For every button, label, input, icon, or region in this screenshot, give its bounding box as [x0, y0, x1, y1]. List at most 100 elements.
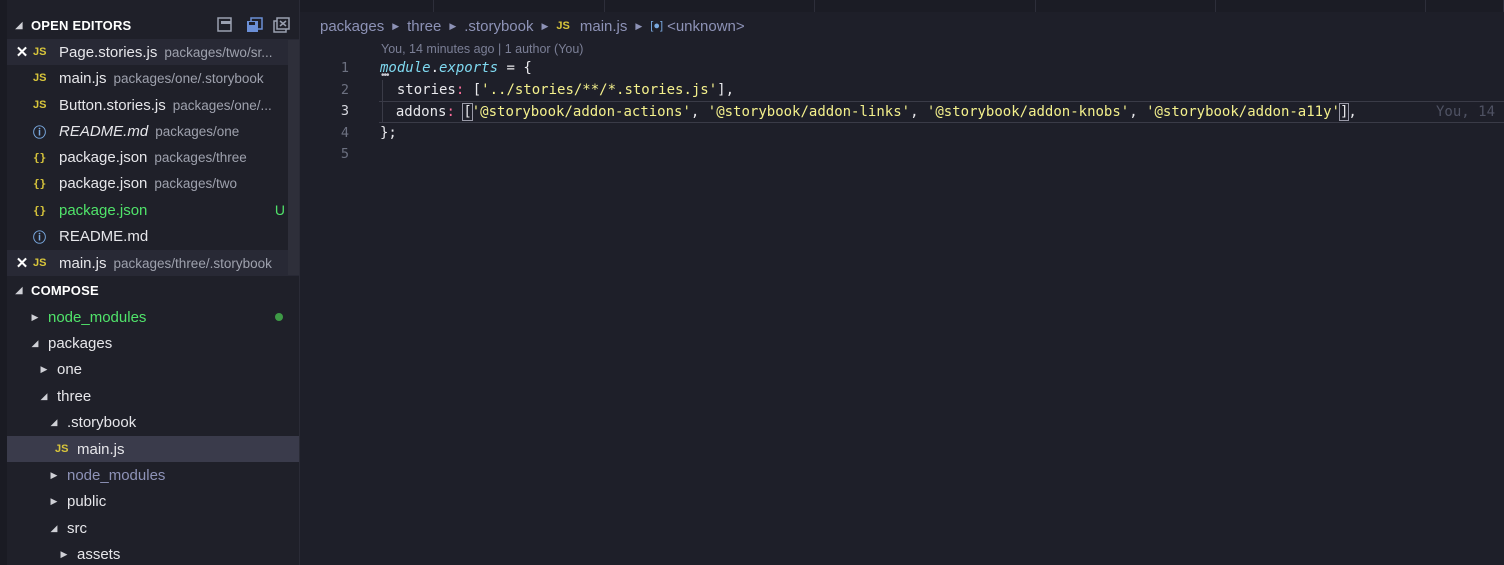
file-name: Page.stories.js — [59, 43, 158, 61]
symbol-icon: [●] — [650, 20, 664, 32]
untracked-badge: U — [274, 202, 285, 218]
tab[interactable] — [815, 0, 1036, 12]
open-editor-item[interactable]: {} package.json U — [7, 197, 287, 223]
tree-folder[interactable]: ▶ assets — [7, 541, 299, 565]
inline-blame: You, 14 — [1436, 104, 1496, 120]
file-path: packages/one/.storybook — [113, 70, 264, 86]
json-icon: {} — [33, 176, 47, 190]
tree-label: one — [57, 360, 83, 378]
chevron-right-icon: ▶ — [50, 469, 58, 480]
line-number: 2 — [340, 81, 349, 98]
file-name: package.json — [59, 174, 148, 192]
chevron-down-icon: ◢ — [31, 337, 39, 348]
info-icon: ⓘ — [33, 229, 47, 245]
js-icon: JS — [556, 20, 570, 32]
line-number: 4 — [340, 124, 349, 141]
open-editors-title: OPEN EDITORS — [31, 17, 132, 33]
file-path: packages/two — [154, 175, 237, 191]
tree-folder[interactable]: ▶ node_modules — [7, 462, 299, 488]
bracket-match: [ — [462, 103, 473, 121]
js-icon: JS — [33, 72, 47, 84]
tab[interactable] — [1426, 0, 1504, 12]
file-name: package.json — [59, 201, 148, 219]
breadcrumb-item[interactable]: .storybook — [464, 18, 533, 35]
file-path: packages/one — [155, 123, 240, 139]
breadcrumb: packages ▶ three ▶ .storybook ▶ JS main.… — [320, 16, 745, 36]
file-path: packages/three — [154, 149, 247, 165]
chevron-right-icon: ▶ — [392, 20, 400, 31]
new-untitled-file-icon[interactable] — [217, 17, 235, 33]
tab[interactable] — [605, 0, 815, 12]
tab[interactable] — [434, 0, 605, 12]
info-icon: ⓘ — [33, 124, 47, 140]
line-number: 1 — [340, 60, 349, 76]
open-editor-item[interactable]: {} package.json packages/three — [7, 144, 287, 170]
tree-label: three — [57, 387, 92, 405]
codelens-blame[interactable]: You, 14 minutes ago | 1 author (You) — [381, 42, 583, 56]
close-icon[interactable]: ✕ — [7, 43, 33, 61]
close-icon[interactable]: ✕ — [7, 254, 33, 272]
open-editors-scrollbar[interactable] — [288, 40, 299, 275]
tab-strip — [300, 0, 1504, 12]
open-editor-item[interactable]: ⓘ README.md — [7, 223, 287, 249]
file-name: README.md — [59, 227, 149, 245]
open-editor-item-active[interactable]: ✕ JS main.js packages/three/.storybook — [7, 250, 299, 276]
breadcrumb-item[interactable]: main.js — [580, 18, 628, 35]
file-name: README.md — [59, 122, 149, 140]
close-all-icon[interactable] — [273, 17, 291, 33]
chevron-right-icon: ▶ — [635, 20, 643, 31]
chevron-right-icon: ▶ — [40, 363, 48, 374]
open-editors-header[interactable]: ◢ OPEN EDITORS — [7, 12, 299, 38]
tree-folder[interactable]: ▶ public — [7, 488, 299, 514]
json-icon: {} — [33, 203, 47, 217]
file-name: package.json — [59, 148, 148, 166]
open-editor-item[interactable]: JS Button.stories.js packages/one/... — [7, 92, 287, 118]
chevron-right-icon: ▶ — [449, 20, 457, 31]
breadcrumb-item[interactable]: <unknown> — [667, 18, 745, 35]
tab[interactable] — [300, 0, 434, 12]
tree-label: node_modules — [48, 308, 147, 326]
tree-folder[interactable]: ◢ three — [7, 383, 299, 409]
tree-label: packages — [48, 334, 113, 352]
tree-folder[interactable]: ▶ node_modules — [7, 304, 299, 330]
breadcrumb-item[interactable]: three — [407, 18, 441, 35]
chevron-down-icon: ◢ — [50, 522, 58, 533]
js-icon: JS — [33, 46, 47, 58]
tree-folder[interactable]: ◢ .storybook — [7, 409, 299, 435]
js-icon: JS — [33, 99, 47, 111]
line-number: 5 — [340, 146, 349, 162]
chevron-down-icon: ◢ — [15, 19, 23, 30]
breadcrumb-item[interactable]: packages — [320, 18, 384, 35]
tree-label: node_modules — [67, 466, 166, 484]
file-path: packages/two/sr... — [164, 44, 273, 60]
open-editor-item[interactable]: ⓘ README.md packages/one — [7, 118, 287, 144]
tab[interactable] — [1216, 0, 1426, 12]
tree-folder[interactable]: ◢ src — [7, 515, 299, 541]
chevron-right-icon: ▶ — [31, 311, 39, 322]
compose-header[interactable]: ◢ COMPOSE — [7, 277, 299, 303]
open-editor-item[interactable]: JS main.js packages/one/.storybook — [7, 65, 287, 91]
save-all-icon[interactable] — [245, 17, 263, 33]
chevron-right-icon: ▶ — [60, 548, 68, 559]
code-line: stories: ['../stories/**/*.stories.js'], — [380, 81, 735, 98]
open-editor-item[interactable]: ✕ JS Page.stories.js packages/two/sr... — [7, 39, 299, 65]
tab[interactable] — [1036, 0, 1216, 12]
code-editor[interactable]: module.exports = { stories: ['../stories… — [379, 58, 1504, 166]
explorer-sidebar: ◢ OPEN EDITORS ✕ JS Page.stories.js pack… — [0, 0, 300, 565]
modified-dot-icon — [275, 313, 283, 321]
tree-folder[interactable]: ◢ packages — [7, 330, 299, 356]
file-name: main.js — [59, 69, 107, 87]
line-number-active: 3 — [340, 103, 349, 119]
open-editor-item[interactable]: {} package.json packages/two — [7, 170, 287, 196]
compose-title: COMPOSE — [31, 282, 99, 298]
tree-label: src — [67, 519, 87, 537]
tree-label: .storybook — [67, 413, 137, 431]
tree-label: public — [67, 492, 107, 510]
chevron-down-icon: ◢ — [50, 416, 58, 427]
json-icon: {} — [33, 150, 47, 164]
code-line: module.exports = { — [380, 60, 532, 76]
tree-file-selected[interactable]: JS main.js — [7, 436, 299, 462]
line-number-gutter: 1 2 3 4 5 — [300, 58, 360, 166]
tree-folder[interactable]: ▶ one — [7, 356, 299, 382]
